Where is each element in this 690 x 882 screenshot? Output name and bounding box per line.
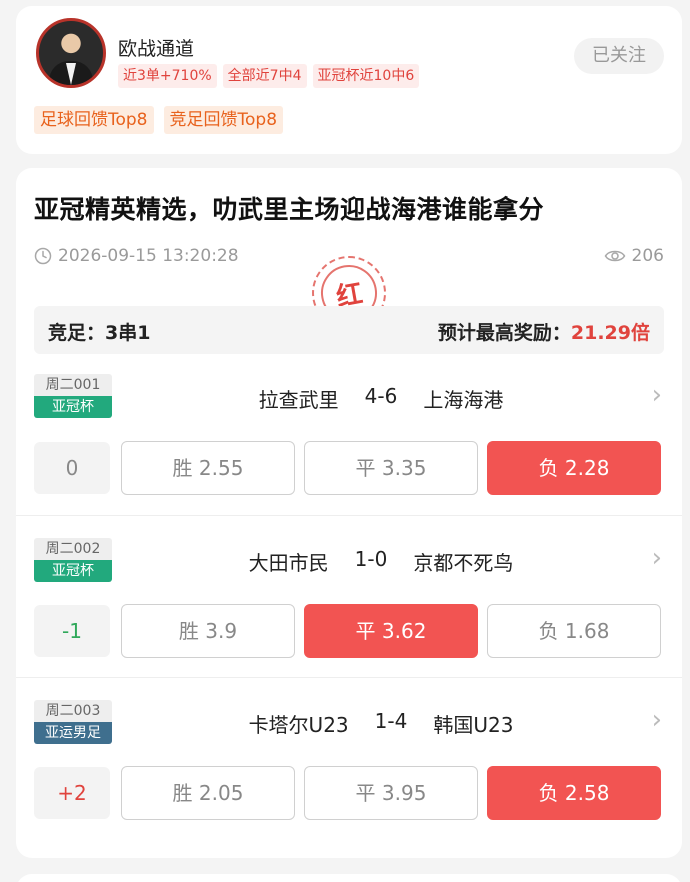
post-datetime: 2026-09-15 13:20:28 bbox=[58, 246, 239, 266]
rank-tag: 竞足回馈Top8 bbox=[163, 106, 284, 134]
match-day-tag: 周二003 亚运男足 bbox=[34, 700, 112, 744]
stat-tag: 近3单+710% bbox=[118, 64, 217, 88]
post-title: 亚冠精英精选，叻武里主场迎战海港谁能拿分 bbox=[34, 195, 545, 224]
match-day: 周二001 bbox=[34, 374, 112, 396]
home-team: 拉查武里 bbox=[258, 388, 339, 412]
home-team: 大田市民 bbox=[248, 551, 329, 575]
option-win[interactable]: 胜 2.05 bbox=[121, 766, 295, 820]
match-score: 1-4 bbox=[374, 709, 408, 733]
max-reward-value: 21.29倍 bbox=[570, 322, 650, 344]
author-stats: 近3单+710% 全部近7中4 亚冠杯近10中6 bbox=[118, 64, 420, 88]
option-win[interactable]: 胜 2.55 bbox=[121, 441, 295, 495]
follow-button[interactable]: 已关注 bbox=[574, 38, 664, 74]
match-teams[interactable]: 卡塔尔U23 1-4 韩国U23 bbox=[226, 709, 536, 738]
option-draw[interactable]: 平 3.35 bbox=[304, 441, 478, 495]
avatar[interactable] bbox=[36, 18, 106, 88]
match-teams[interactable]: 拉查武里 4-6 上海海港 bbox=[226, 384, 536, 413]
rank-tags: 足球回馈Top8 竞足回馈Top8 bbox=[34, 106, 284, 134]
author-name[interactable]: 欧战通道 bbox=[118, 34, 194, 61]
match-day-tag: 周二002 亚冠杯 bbox=[34, 538, 112, 582]
away-team: 韩国U23 bbox=[433, 713, 514, 737]
match-score: 4-6 bbox=[364, 384, 398, 408]
chevron-right-icon[interactable]: › bbox=[652, 705, 662, 735]
match-item: 周二003 亚运男足 卡塔尔U23 1-4 韩国U23 › +2 胜 2.05 … bbox=[16, 677, 682, 827]
league-tag: 亚冠杯 bbox=[34, 560, 112, 582]
rank-tag: 足球回馈Top8 bbox=[34, 106, 154, 134]
home-team: 卡塔尔U23 bbox=[248, 713, 349, 737]
handicap: +2 bbox=[34, 767, 110, 819]
match-score: 1-0 bbox=[354, 547, 388, 571]
option-lose[interactable]: 负 2.28 bbox=[487, 441, 661, 495]
chevron-right-icon[interactable]: › bbox=[652, 380, 662, 410]
away-team: 上海海港 bbox=[423, 388, 504, 412]
handicap: 0 bbox=[34, 442, 110, 494]
clock-icon bbox=[34, 247, 52, 265]
max-reward: 预计最高奖励：21.29倍 bbox=[438, 318, 650, 345]
match-day: 周二002 bbox=[34, 538, 112, 560]
post-time: 2026-09-15 13:20:28 bbox=[34, 246, 239, 266]
eye-icon bbox=[604, 250, 625, 262]
author-card: 欧战通道 近3单+710% 全部近7中4 亚冠杯近10中6 已关注 足球回馈To… bbox=[16, 6, 682, 154]
post-views: 206 bbox=[604, 246, 664, 266]
league-tag: 亚运男足 bbox=[34, 722, 112, 744]
match-teams[interactable]: 大田市民 1-0 京都不死鸟 bbox=[226, 547, 536, 576]
chevron-right-icon[interactable]: › bbox=[652, 543, 662, 573]
option-draw[interactable]: 平 3.95 bbox=[304, 766, 478, 820]
next-card bbox=[16, 874, 682, 882]
post-card: 亚冠精英精选，叻武里主场迎战海港谁能拿分 2026-09-15 13:20:28… bbox=[16, 168, 682, 858]
option-lose[interactable]: 负 1.68 bbox=[487, 604, 661, 658]
stat-tag: 亚冠杯近10中6 bbox=[312, 64, 420, 88]
bet-type: 竞足：3串1 bbox=[48, 322, 151, 344]
stat-tag: 全部近7中4 bbox=[222, 64, 307, 88]
match-item: 周二001 亚冠杯 拉查武里 4-6 上海海港 › 0 胜 2.55 平 3.3… bbox=[16, 366, 682, 516]
option-win[interactable]: 胜 3.9 bbox=[121, 604, 295, 658]
option-draw[interactable]: 平 3.62 bbox=[304, 604, 478, 658]
view-count: 206 bbox=[631, 246, 664, 266]
match-item: 周二002 亚冠杯 大田市民 1-0 京都不死鸟 › -1 胜 3.9 平 3.… bbox=[16, 515, 682, 665]
max-reward-label: 预计最高奖励： bbox=[437, 322, 571, 344]
match-day: 周二003 bbox=[34, 700, 112, 722]
handicap: -1 bbox=[34, 605, 110, 657]
bet-summary: 竞足：3串1 预计最高奖励：21.29倍 bbox=[34, 306, 664, 354]
league-tag: 亚冠杯 bbox=[34, 396, 112, 418]
match-day-tag: 周二001 亚冠杯 bbox=[34, 374, 112, 418]
away-team: 京都不死鸟 bbox=[413, 551, 514, 575]
option-lose[interactable]: 负 2.58 bbox=[487, 766, 661, 820]
